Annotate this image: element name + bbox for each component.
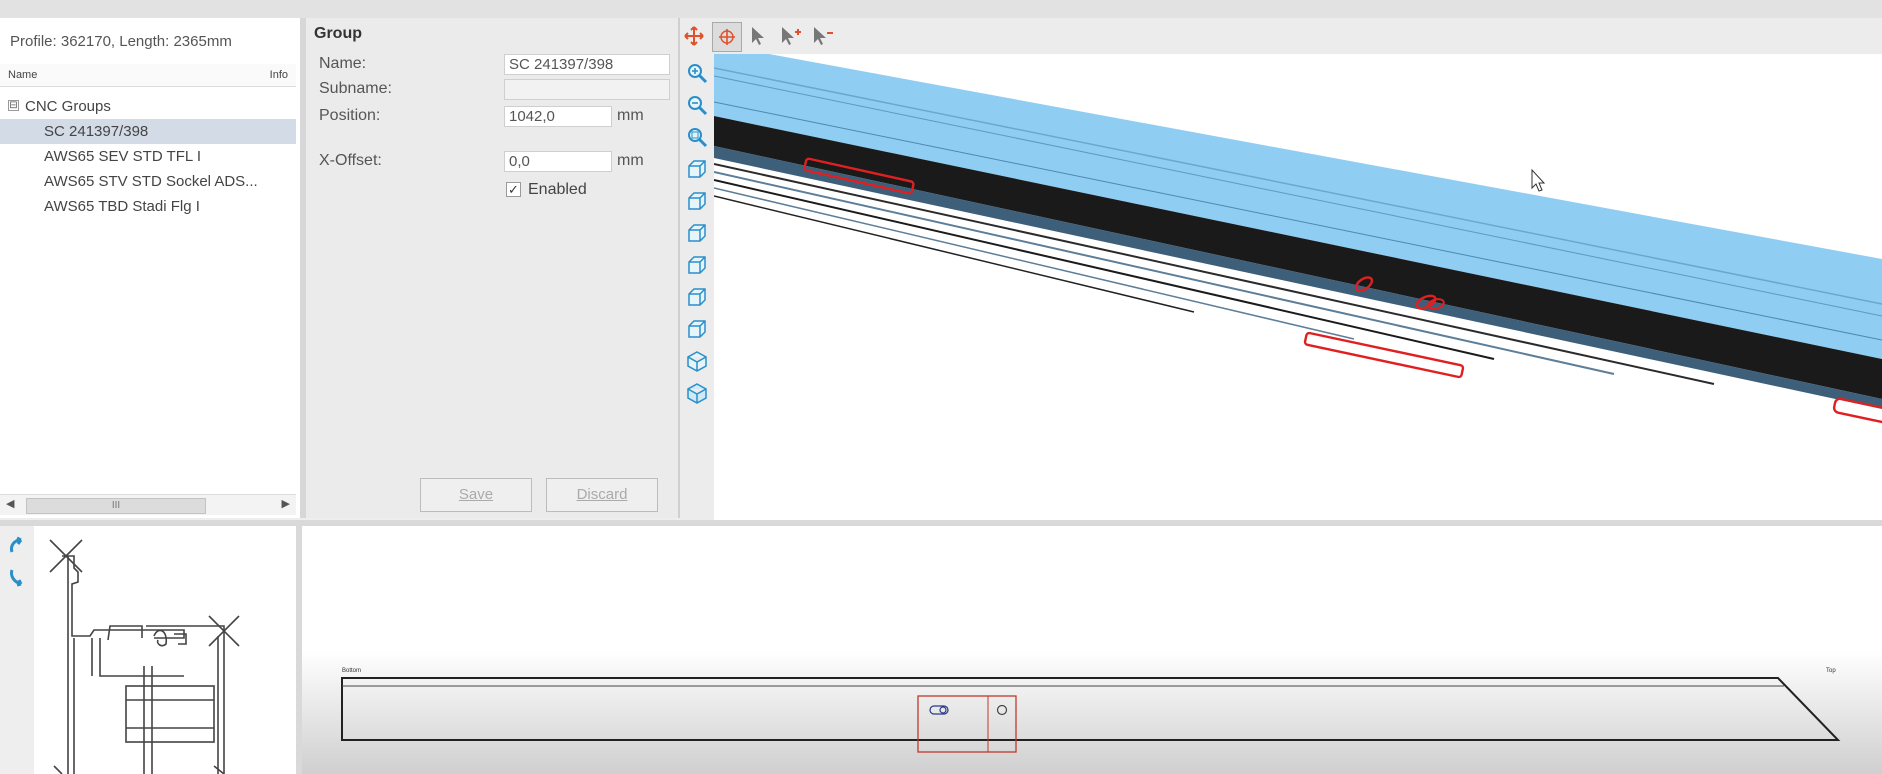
profile-section-view[interactable] [34,526,296,774]
tree-item-aws65-stv[interactable]: AWS65 STV STD Sockel ADS... [0,169,296,194]
enabled-label: Enabled [528,181,587,198]
scroll-left-icon[interactable]: ◀ [6,497,14,510]
rotate-section-left-icon[interactable] [6,536,28,558]
tree-item-label: AWS65 TBD Stadi Flg I [44,198,200,215]
tree-header-info[interactable]: Info [270,69,288,81]
cnc-groups-panel [0,18,306,518]
view-right-icon[interactable] [686,254,708,276]
3d-profile-viewer[interactable] [714,54,1882,520]
scroll-right-icon[interactable]: ▶ [282,497,290,510]
viewer-toolbar [680,18,1882,54]
tree-item-aws65-sev[interactable]: AWS65 SEV STD TFL I [0,144,296,169]
add-select-pointer-icon[interactable] [778,24,802,48]
group-title: Group [314,25,362,42]
name-label: Name: [319,55,367,72]
rotate-icon [719,29,735,45]
profile-info: Profile: 362170, Length: 2365mm [10,33,232,50]
pan-icon[interactable] [682,24,706,48]
scroll-thumb[interactable]: III [26,498,206,514]
machining-slot[interactable] [1303,331,1465,379]
tree-item-label: SC 241397/398 [44,123,149,140]
zoom-in-icon[interactable] [686,62,708,84]
section-tools [0,526,32,774]
tree-horizontal-scrollbar[interactable]: ◀ III ▶ [0,494,296,515]
xoffset-field[interactable]: 0,0 [504,151,612,172]
subname-label: Subname: [319,80,392,97]
view-iso-icon[interactable] [686,350,708,372]
position-label: Position: [319,107,381,124]
tree-root-label: CNC Groups [25,98,111,115]
tree-root-cnc-groups[interactable]: ⊟ CNC Groups [0,94,296,119]
view-bottom-icon[interactable] [686,318,708,340]
position-unit: mm [617,107,644,124]
collapse-icon[interactable]: ⊟ [8,100,19,111]
zoom-out-icon[interactable] [686,94,708,116]
discard-button[interactable]: Discard [546,478,658,512]
tree-item-aws65-tbd[interactable]: AWS65 TBD Stadi Flg I [0,194,296,219]
3d-profile-model [714,54,1882,427]
side-view-left-tag: Bottom [342,668,361,674]
rotate-section-right-icon[interactable] [6,566,28,588]
position-field[interactable]: 1042,0 [504,106,612,127]
view-back-icon[interactable] [686,190,708,212]
viewer-side-toolbar [680,54,714,520]
zoom-fit-icon[interactable] [686,126,708,148]
mouse-cursor-icon [1531,168,1546,192]
subname-field[interactable] [504,79,670,100]
tree-header-name[interactable]: Name [8,69,37,81]
view-iso-alt-icon[interactable] [686,382,708,404]
profile-side-view[interactable]: Bottom Top [302,526,1882,774]
save-button[interactable]: Save [420,478,532,512]
remove-select-pointer-icon[interactable] [810,24,834,48]
view-top-icon[interactable] [686,286,708,308]
window-top-strip [0,0,1882,19]
view-front-icon[interactable] [686,158,708,180]
tree-item-label: AWS65 SEV STD TFL I [44,148,201,165]
enabled-checkbox[interactable]: ✓ [506,182,521,197]
select-pointer-icon[interactable] [746,24,770,48]
view-left-icon[interactable] [686,222,708,244]
profile-side-drawing: Bottom Top [302,526,1882,774]
rotate-tool-button[interactable] [712,22,742,52]
xoffset-unit: mm [617,152,644,169]
tree-header: Name Info [0,64,296,87]
side-view-right-tag: Top [1826,668,1836,674]
tree-item-sc-241397[interactable]: SC 241397/398 [0,119,296,144]
tree-item-label: AWS65 STV STD Sockel ADS... [44,173,258,190]
name-field[interactable]: SC 241397/398 [504,54,670,75]
xoffset-label: X-Offset: [319,152,382,169]
profile-cross-section [49,539,240,774]
